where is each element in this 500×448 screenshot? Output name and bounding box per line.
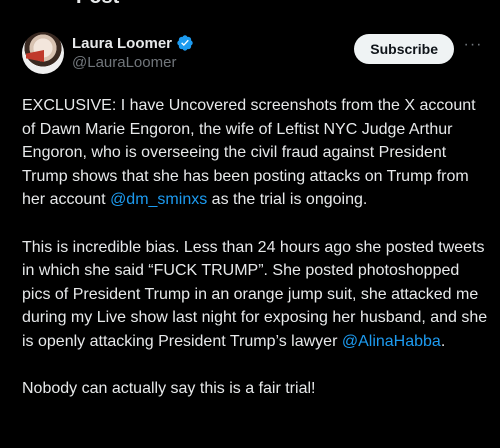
verified-badge-icon [177,35,193,51]
top-bar: ← Post [0,0,500,10]
author-handle[interactable]: @LauraLoomer [72,54,194,71]
post-text-segment: Nobody can actually say this is a fair t… [22,380,316,398]
post-text: EXCLUSIVE: I have Uncovered screenshots … [22,94,488,401]
author-display-name[interactable]: Laura Loomer [72,35,172,52]
post-paragraph: EXCLUSIVE: I have Uncovered screenshots … [22,94,488,212]
page-title: Post [76,0,119,9]
post-container: Laura Loomer @LauraLoomer Subscribe ··· … [0,30,500,424]
author-info: Laura Loomer @LauraLoomer [72,34,194,71]
post-paragraph: This is incredible bias. Less than 24 ho… [22,236,488,354]
megaphone-icon [26,50,44,62]
mention-link[interactable]: @dm_sminxs [110,191,207,208]
post-paragraph: Nobody can actually say this is a fair t… [22,377,488,401]
back-arrow-icon[interactable]: ← [12,0,44,10]
author-row: Laura Loomer @LauraLoomer Subscribe ··· [22,30,484,80]
mention-link[interactable]: @AlinaHabba [342,333,441,350]
post-text-segment: . [440,332,446,350]
avatar[interactable] [22,32,64,74]
more-options-icon[interactable]: ··· [462,36,484,58]
name-line: Laura Loomer [72,34,194,52]
subscribe-button[interactable]: Subscribe [354,34,454,64]
post-text-segment: as the trial is ongoing. [207,191,368,209]
